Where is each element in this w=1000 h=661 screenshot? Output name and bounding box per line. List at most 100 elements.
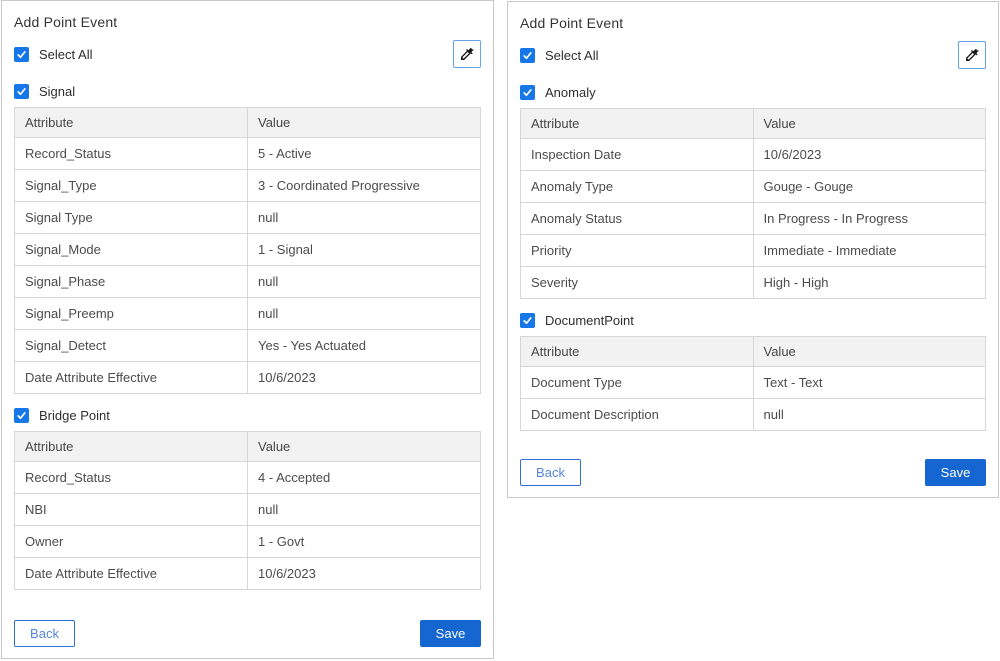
attribute-table: Attribute Value Record_Status 5 - Active… [14,107,481,394]
select-all-checkbox-row[interactable]: Select All [520,48,598,63]
back-button[interactable]: Back [14,620,75,647]
layer-label: DocumentPoint [545,313,634,328]
table-row: Record_Status 4 - Accepted [15,462,481,494]
select-all-checkbox-row[interactable]: Select All [14,47,92,62]
value-cell: 3 - Coordinated Progressive [248,170,481,202]
attribute-cell: Inspection Date [521,139,754,171]
col-header-value: Value [753,109,986,139]
checkmark-icon [522,50,533,61]
value-cell: Text - Text [753,367,986,399]
table-row: Anomaly Status In Progress - In Progress [521,203,986,235]
col-header-value: Value [248,108,481,138]
table-row: Signal_Preemp null [15,298,481,330]
col-header-value: Value [248,432,481,462]
attribute-cell: Signal_Phase [15,266,248,298]
eyedropper-button[interactable] [958,41,986,69]
attribute-cell: Owner [15,526,248,558]
checkmark-icon [522,87,533,98]
layer-checkbox-row[interactable]: DocumentPoint [520,313,986,328]
layer-checkbox[interactable] [520,313,535,328]
value-cell: 10/6/2023 [248,558,481,590]
layer-checkbox[interactable] [14,408,29,423]
eyedropper-button[interactable] [453,40,481,68]
layer-label: Anomaly [545,85,596,100]
add-point-event-panel: Add Point Event Select All Anomaly Att [507,1,999,498]
col-header-value: Value [753,337,986,367]
spacer [520,431,986,459]
table-row: Document Type Text - Text [521,367,986,399]
attribute-cell: Signal_Detect [15,330,248,362]
layer-checkbox[interactable] [14,84,29,99]
layer-groups: Anomaly Attribute Value Inspection Date … [520,71,986,431]
table-row: NBI null [15,494,481,526]
table-row: Date Attribute Effective 10/6/2023 [15,362,481,394]
layer-checkbox-row[interactable]: Anomaly [520,85,986,100]
select-all-row: Select All [14,42,481,70]
checkmark-icon [16,49,27,60]
attribute-cell: Anomaly Type [521,171,754,203]
value-cell: Gouge - Gouge [753,171,986,203]
table-row: Signal_Detect Yes - Yes Actuated [15,330,481,362]
save-button[interactable]: Save [925,459,986,486]
panel-title: Add Point Event [520,15,986,31]
panel-title: Add Point Event [14,14,481,30]
checkmark-icon [16,86,27,97]
table-row: Signal_Mode 1 - Signal [15,234,481,266]
layer-checkbox-row[interactable]: Signal [14,84,481,99]
checkmark-icon [522,315,533,326]
table-row: Record_Status 5 - Active [15,138,481,170]
col-header-attribute: Attribute [521,337,754,367]
layer-group: Anomaly Attribute Value Inspection Date … [520,85,986,299]
attribute-table: Attribute Value Inspection Date 10/6/202… [520,108,986,299]
value-cell: High - High [753,267,986,299]
table-row: Priority Immediate - Immediate [521,235,986,267]
value-cell: Yes - Yes Actuated [248,330,481,362]
attribute-cell: Severity [521,267,754,299]
value-cell: 5 - Active [248,138,481,170]
back-button[interactable]: Back [520,459,581,486]
attribute-table: Attribute Value Record_Status 4 - Accept… [14,431,481,590]
attribute-cell: NBI [15,494,248,526]
table-header-row: Attribute Value [15,432,481,462]
layer-checkbox-row[interactable]: Bridge Point [14,408,481,423]
table-header-row: Attribute Value [521,109,986,139]
attribute-cell: Record_Status [15,462,248,494]
add-point-event-panel: Add Point Event Select All Signal Attr [1,0,494,659]
table-row: Date Attribute Effective 10/6/2023 [15,558,481,590]
attribute-cell: Signal Type [15,202,248,234]
layer-group: DocumentPoint Attribute Value Document T… [520,313,986,431]
footer: Back Save [520,459,986,486]
attribute-cell: Signal_Mode [15,234,248,266]
table-row: Signal_Type 3 - Coordinated Progressive [15,170,481,202]
attribute-cell: Date Attribute Effective [15,362,248,394]
layer-groups: Signal Attribute Value Record_Status 5 -… [14,70,481,590]
attribute-cell: Document Description [521,399,754,431]
layer-label: Bridge Point [39,408,110,423]
table-row: Signal_Phase null [15,266,481,298]
layer-group: Signal Attribute Value Record_Status 5 -… [14,84,481,394]
select-all-checkbox[interactable] [520,48,535,63]
save-button[interactable]: Save [420,620,481,647]
value-cell: 10/6/2023 [753,139,986,171]
table-header-row: Attribute Value [521,337,986,367]
select-all-row: Select All [520,43,986,71]
attribute-table: Attribute Value Document Type Text - Tex… [520,336,986,431]
table-row: Owner 1 - Govt [15,526,481,558]
value-cell: null [248,202,481,234]
layer-checkbox[interactable] [520,85,535,100]
layer-label: Signal [39,84,75,99]
select-all-label: Select All [545,48,598,63]
attribute-cell: Date Attribute Effective [15,558,248,590]
value-cell: Immediate - Immediate [753,235,986,267]
col-header-attribute: Attribute [521,109,754,139]
value-cell: 1 - Govt [248,526,481,558]
attribute-cell: Document Type [521,367,754,399]
select-all-label: Select All [39,47,92,62]
eyedropper-icon [964,47,980,63]
value-cell: null [248,298,481,330]
value-cell: null [248,266,481,298]
checkmark-icon [16,410,27,421]
table-header-row: Attribute Value [15,108,481,138]
select-all-checkbox[interactable] [14,47,29,62]
attribute-cell: Record_Status [15,138,248,170]
